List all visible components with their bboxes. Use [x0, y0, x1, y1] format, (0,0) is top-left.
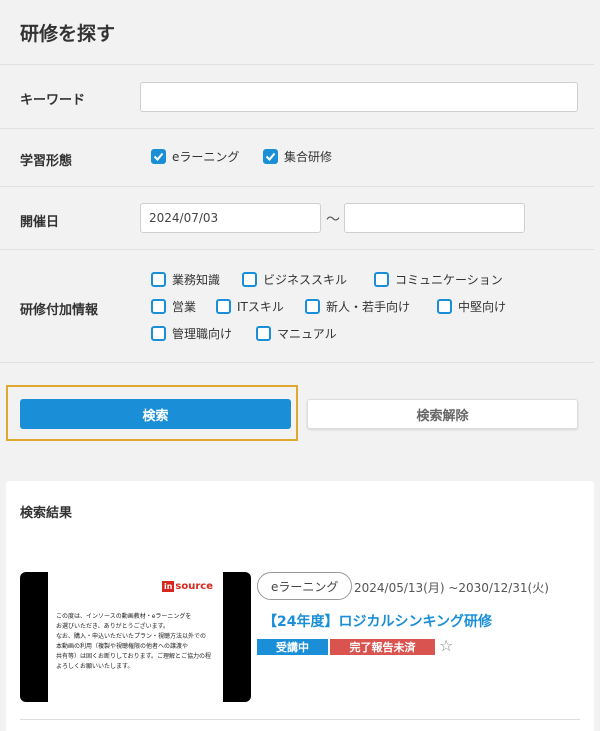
checkbox-label: 業務知識: [172, 273, 221, 287]
search-button[interactable]: 検索: [20, 399, 291, 429]
checkbox-empty-icon[interactable]: [151, 299, 166, 314]
divider: [0, 64, 594, 65]
checkbox-empty-icon[interactable]: [242, 272, 257, 287]
checkbox-label: 管理職向け: [172, 327, 233, 341]
logo-text: source: [175, 581, 213, 592]
checkbox-elearning[interactable]: eラーニング: [151, 148, 239, 165]
thumbnail-line: よろしくお願いいたします。: [56, 663, 134, 670]
checkbox-business-knowledge[interactable]: 業務知識: [151, 271, 220, 288]
clear-search-button[interactable]: 検索解除: [307, 399, 578, 429]
star-outline-icon[interactable]: ☆: [439, 637, 453, 655]
course-thumbnail[interactable]: in source この度は、インソースの動画教材・eラーニングを お選びいただ…: [20, 572, 251, 702]
date-from-input[interactable]: [140, 203, 321, 233]
results-panel: 検索結果 in source この度は、インソースの動画教材・eラーニングを お…: [6, 481, 594, 731]
status-badge: 受講中: [257, 639, 328, 655]
checkbox-empty-icon[interactable]: [216, 299, 231, 314]
thumbnail-line: お選びいただき、ありがとうございます。: [56, 623, 169, 630]
page-title: 研修を探す: [20, 23, 116, 45]
date-separator: 〜: [326, 212, 340, 228]
keyword-input[interactable]: [140, 82, 578, 112]
checkbox-mid-level[interactable]: 中堅向け: [437, 298, 506, 315]
insource-logo: in source: [161, 581, 213, 592]
divider: [0, 362, 594, 363]
thumbnail-notice: この度は、インソースの動画教材・eラーニングを お選びいただき、ありがとうござい…: [56, 612, 218, 672]
report-status-badge: 完了報告未済: [330, 639, 435, 655]
divider: [0, 128, 594, 129]
checkbox-empty-icon[interactable]: [305, 299, 320, 314]
checkbox-label: 中堅向け: [458, 300, 507, 314]
thumbnail-line: この度は、インソースの動画教材・eラーニングを: [56, 613, 192, 620]
checkbox-empty-icon[interactable]: [151, 272, 166, 287]
checkbox-label: マニュアル: [277, 327, 337, 341]
keyword-label: キーワード: [20, 93, 86, 108]
checkbox-checked-icon[interactable]: [263, 149, 278, 164]
format-tag: eラーニング: [257, 572, 353, 600]
checkbox-business-skill[interactable]: ビジネススキル: [242, 271, 347, 288]
results-title: 検索結果: [20, 506, 73, 521]
checkbox-empty-icon[interactable]: [437, 299, 452, 314]
learning-format-label: 学習形態: [20, 154, 73, 169]
checkbox-manual[interactable]: マニュアル: [256, 325, 337, 342]
logo-mark: in: [161, 581, 175, 592]
checkbox-label: 営業: [172, 300, 197, 314]
checkbox-manager[interactable]: 管理職向け: [151, 325, 232, 342]
thumbnail-line: 共有等）は固くお断りしております。ご理解とご協力の程: [56, 653, 212, 660]
checkbox-label: eラーニング: [172, 150, 240, 164]
checkbox-label: 集合研修: [284, 150, 333, 164]
checkbox-it-skill[interactable]: ITスキル: [216, 298, 284, 315]
divider: [20, 719, 580, 720]
checkbox-empty-icon[interactable]: [374, 272, 389, 287]
divider: [0, 186, 594, 187]
checkbox-empty-icon[interactable]: [256, 326, 271, 341]
date-label: 開催日: [20, 215, 60, 230]
thumbnail-line: 本動画の利用（複製や視聴権限の他者への譲渡や: [56, 643, 189, 650]
checkbox-newcomer[interactable]: 新人・若手向け: [305, 298, 410, 315]
thumbnail-line: なお、購入・申込いただいたプラン・視聴方法以外での: [56, 633, 207, 640]
thumbnail-slide: in source この度は、インソースの動画教材・eラーニングを お選びいただ…: [48, 572, 223, 702]
divider: [0, 249, 594, 250]
extra-info-label: 研修付加情報: [20, 303, 99, 318]
checkbox-label: コミュニケーション: [395, 273, 503, 287]
course-period: 2024/05/13(月) ~2030/12/31(火): [354, 581, 549, 595]
date-to-input[interactable]: [344, 203, 525, 233]
checkbox-communication[interactable]: コミュニケーション: [374, 271, 503, 288]
checkbox-label: 新人・若手向け: [326, 300, 411, 314]
checkbox-empty-icon[interactable]: [151, 326, 166, 341]
checkbox-group-training[interactable]: 集合研修: [263, 148, 332, 165]
checkbox-label: ITスキル: [237, 300, 284, 314]
checkbox-label: ビジネススキル: [263, 273, 348, 287]
checkbox-checked-icon[interactable]: [151, 149, 166, 164]
checkbox-sales[interactable]: 営業: [151, 298, 196, 315]
course-title-link[interactable]: 【24年度】ロジカルシンキング研修: [263, 611, 492, 631]
